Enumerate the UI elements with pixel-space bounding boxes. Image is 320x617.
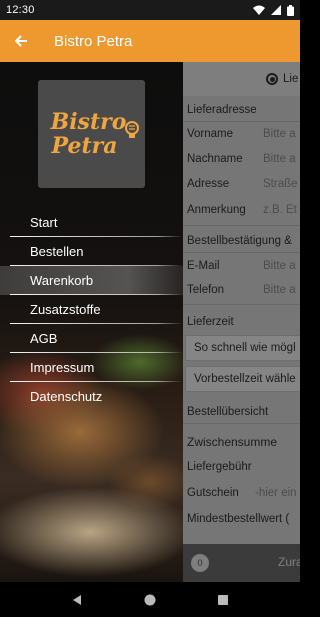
menu-item-label: AGB	[30, 331, 58, 346]
system-nav-bar	[0, 582, 300, 617]
order-form: Lie Lieferadresse Vorname Bitte a Nachna…	[183, 62, 300, 582]
menu-item-zusatzstoffe[interactable]: Zusatzstoffe	[0, 295, 183, 324]
menu-item-start[interactable]: Start	[0, 208, 183, 237]
menu-item-impressum[interactable]: Impressum	[0, 353, 183, 382]
signal-icon	[271, 5, 281, 15]
back-button[interactable]	[0, 20, 42, 62]
menu-item-label: Start	[30, 215, 58, 230]
status-bar: 12:30	[0, 0, 300, 20]
menu-item-label: Warenkorb	[30, 273, 94, 288]
wifi-icon	[253, 5, 265, 15]
menu-item-label: Datenschutz	[30, 389, 103, 404]
menu-item-agb[interactable]: AGB	[0, 324, 183, 353]
app-bar: Bistro Petra	[0, 20, 300, 62]
menu-item-warenkorb[interactable]: Warenkorb	[0, 266, 183, 295]
menu-item-label: Bestellen	[30, 244, 84, 259]
menu-item-label: Zusatzstoffe	[30, 302, 101, 317]
menu-item-datenschutz[interactable]: Datenschutz	[0, 382, 183, 411]
logo-text-line2: Petra	[51, 133, 118, 159]
app-title: Bistro Petra	[54, 32, 133, 50]
bistro-logo: Bistro Petra	[38, 80, 145, 188]
battery-icon	[287, 4, 294, 16]
scrim[interactable]	[183, 62, 300, 582]
menu-item-label: Impressum	[30, 360, 95, 375]
recents-square-icon[interactable]	[217, 594, 229, 606]
back-triangle-icon[interactable]	[71, 594, 83, 606]
menu-item-bestellen[interactable]: Bestellen	[0, 237, 183, 266]
drawer-menu: Start Bestellen Warenkorb Zusatzstoffe A…	[0, 208, 183, 411]
home-circle-icon[interactable]	[144, 594, 156, 606]
logo-text-line1: Bistro	[50, 109, 127, 135]
navigation-drawer: Bistro Petra Start Bestellen Warenkorb Z…	[0, 62, 183, 582]
status-icons	[253, 4, 294, 16]
status-time: 12:30	[6, 4, 35, 16]
arrow-left-icon	[14, 35, 27, 47]
lightbulb-icon	[125, 121, 139, 138]
